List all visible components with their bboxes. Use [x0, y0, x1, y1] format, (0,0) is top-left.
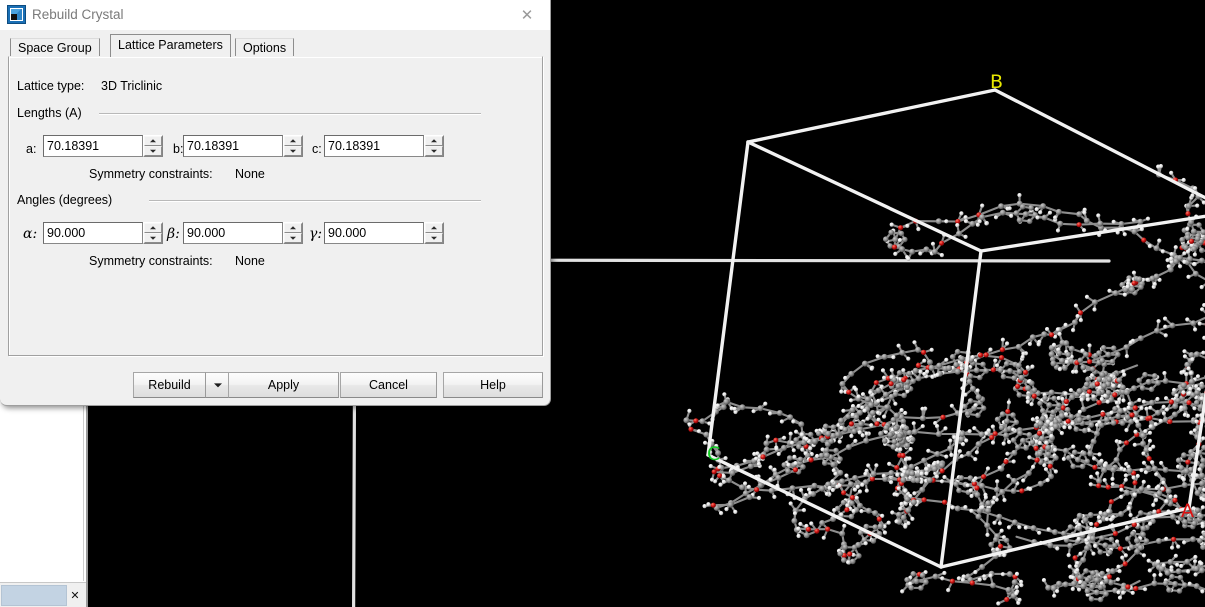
lengths-group-divider [99, 113, 481, 114]
rebuild-crystal-dialog: Rebuild Crystal ✕ Space Group Lattice Pa… [0, 0, 551, 406]
length-b-stepper[interactable] [283, 135, 303, 157]
rebuild-button[interactable]: Rebuild [133, 372, 206, 398]
lattice-parameters-panel: Lattice type: 3D Triclinic Lengths (A) a… [8, 56, 543, 356]
close-icon[interactable]: ✕ [67, 586, 83, 606]
angle-alpha-stepper-up[interactable] [144, 223, 162, 233]
angle-gamma-label: γ: [309, 226, 323, 242]
length-a-stepper-up[interactable] [144, 136, 162, 146]
angle-alpha-stepper-down[interactable] [144, 233, 162, 243]
lengths-constraints-label: Symmetry constraints: [89, 167, 213, 181]
background-window-tabstrip: ✕ [0, 582, 86, 607]
angles-constraints-value: None [235, 254, 265, 268]
background-window-active-tab[interactable] [1, 585, 67, 606]
length-a-stepper-down[interactable] [144, 146, 162, 156]
angle-alpha-input[interactable]: 90.000 [43, 222, 143, 244]
length-c-label: c: [312, 142, 322, 156]
length-c-stepper[interactable] [424, 135, 444, 157]
angle-beta-stepper[interactable] [283, 222, 303, 244]
length-b-stepper-down[interactable] [284, 146, 302, 156]
apply-button[interactable]: Apply [228, 372, 339, 398]
axis-label-c: C [707, 443, 720, 465]
help-button[interactable]: Help [443, 372, 543, 398]
angles-group-divider [149, 200, 481, 201]
angle-gamma-stepper[interactable] [424, 222, 444, 244]
lattice-type-value: 3D Triclinic [101, 79, 163, 93]
angle-gamma-stepper-down[interactable] [425, 233, 443, 243]
angle-gamma-input[interactable]: 90.000 [324, 222, 424, 244]
dialog-titlebar[interactable]: Rebuild Crystal ✕ [0, 0, 550, 30]
dialog-tabstrip: Space Group Lattice Parameters Options [0, 30, 550, 57]
lengths-constraints-value: None [235, 167, 265, 181]
length-a-label: a: [26, 142, 37, 156]
angle-beta-label: β: [167, 226, 180, 242]
axis-label-b: B [990, 71, 1003, 93]
rebuild-dropdown-button[interactable] [206, 372, 230, 398]
length-b-input[interactable]: 70.18391 [183, 135, 283, 157]
angle-beta-stepper-up[interactable] [284, 223, 302, 233]
angle-alpha-label: α: [23, 226, 38, 242]
angle-gamma-stepper-up[interactable] [425, 223, 443, 233]
length-b-stepper-up[interactable] [284, 136, 302, 146]
dialog-title: Rebuild Crystal [32, 7, 124, 22]
lattice-type-label: Lattice type: [17, 79, 85, 93]
length-c-stepper-up[interactable] [425, 136, 443, 146]
angle-beta-input[interactable]: 90.000 [183, 222, 283, 244]
length-a-input[interactable]: 70.18391 [43, 135, 143, 157]
angle-beta-stepper-down[interactable] [284, 233, 302, 243]
axis-label-a: A [1181, 500, 1194, 522]
crystal-window-icon [7, 5, 26, 24]
angle-alpha-stepper[interactable] [143, 222, 163, 244]
tab-lattice-parameters[interactable]: Lattice Parameters [110, 34, 231, 57]
lengths-group-label: Lengths (A) [17, 106, 82, 120]
length-c-input[interactable]: 70.18391 [324, 135, 424, 157]
cancel-button[interactable]: Cancel [340, 372, 437, 398]
length-c-stepper-down[interactable] [425, 146, 443, 156]
close-icon[interactable]: ✕ [512, 3, 542, 27]
length-a-stepper[interactable] [143, 135, 163, 157]
angles-group-label: Angles (degrees) [17, 193, 113, 207]
tab-options[interactable]: Options [235, 38, 295, 56]
length-b-label: b: [173, 142, 184, 156]
angles-constraints-label: Symmetry constraints: [89, 254, 213, 268]
tab-space-group[interactable]: Space Group [10, 38, 100, 56]
